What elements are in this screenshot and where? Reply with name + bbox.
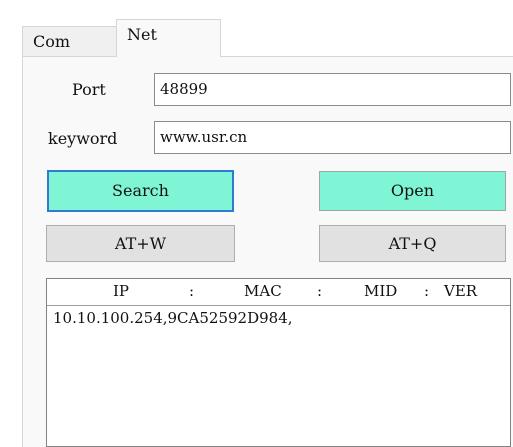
port-label: Port: [72, 80, 106, 99]
keyword-label: keyword: [48, 129, 118, 148]
at-q-button[interactable]: AT+Q: [319, 225, 506, 262]
open-button-label: Open: [390, 181, 435, 200]
at-q-button-label: AT+Q: [388, 234, 437, 253]
tab-com[interactable]: Com: [22, 26, 117, 56]
search-button[interactable]: Search: [47, 170, 234, 212]
tab-com-label: Com: [33, 32, 71, 51]
search-button-label: Search: [112, 181, 169, 200]
keyword-input[interactable]: www.usr.cn: [154, 121, 511, 154]
column-header-ver: VER: [444, 282, 478, 300]
column-header-mid: MID: [364, 282, 398, 300]
net-search-window: Com Net Port 48899 keyword www.usr.cn Se…: [0, 0, 513, 447]
tab-net[interactable]: Net: [116, 19, 221, 57]
column-separator: :: [424, 282, 430, 300]
port-input[interactable]: 48899: [154, 73, 511, 106]
list-item[interactable]: 10.10.100.254,9CA52592D984,: [53, 309, 293, 327]
device-list[interactable]: IP : MAC : MID : VER 10.10.100.254,9CA52…: [46, 278, 511, 447]
column-separator: :: [317, 282, 323, 300]
open-button[interactable]: Open: [319, 171, 506, 211]
column-separator: :: [189, 282, 195, 300]
column-header-ip: IP: [113, 282, 130, 300]
device-list-header: IP : MAC : MID : VER: [47, 279, 510, 306]
column-header-mac: MAC: [244, 282, 282, 300]
tab-net-label: Net: [127, 25, 157, 44]
at-w-button-label: AT+W: [114, 234, 167, 253]
at-w-button[interactable]: AT+W: [46, 225, 235, 262]
